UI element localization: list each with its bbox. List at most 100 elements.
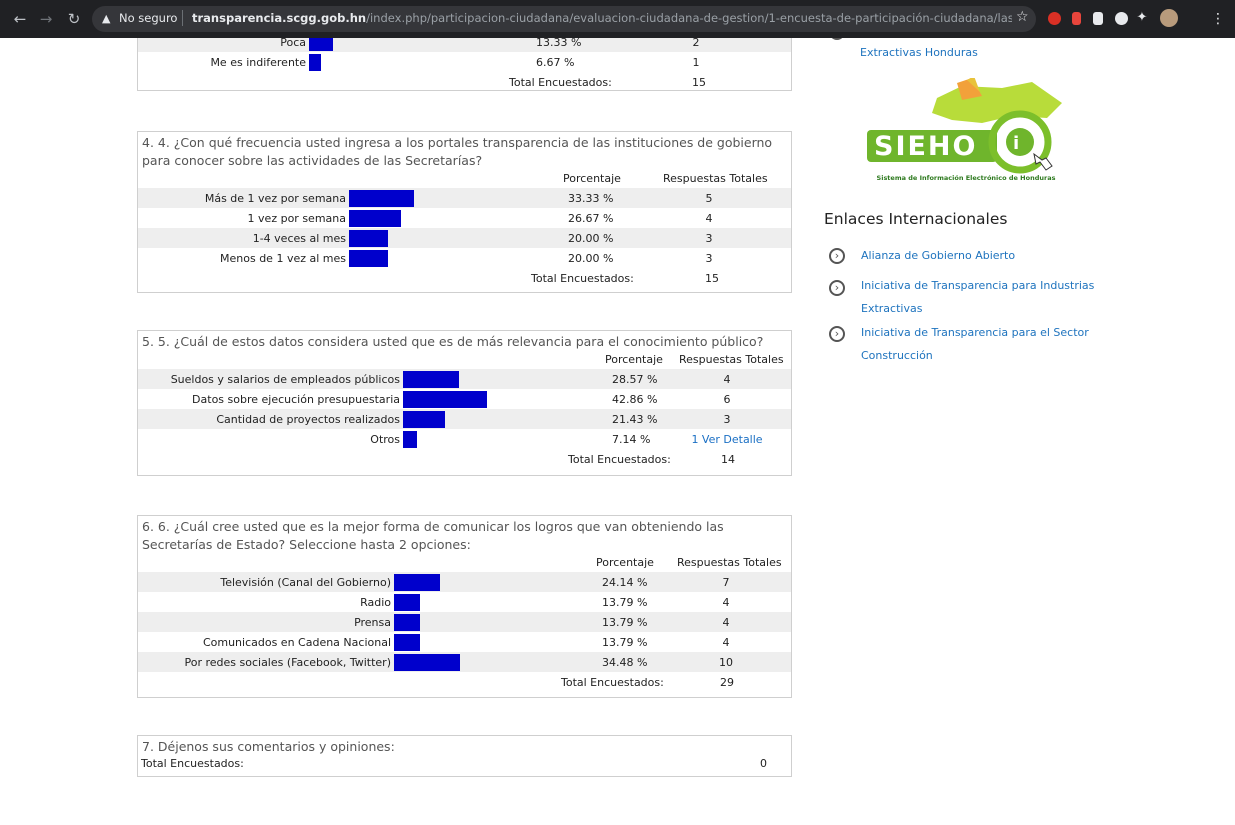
q5-answer-row: Otros 7.14 % 1 Ver Detalle <box>138 429 791 449</box>
q6-answer-bar <box>394 614 420 631</box>
q6-answer-percentage: 34.48 % <box>602 656 648 669</box>
q6-title: 6. 6. ¿Cuál cree usted que es la mejor f… <box>142 519 724 552</box>
q6-answer-bar <box>394 594 420 611</box>
puzzle-extensions-icon[interactable]: ✦ <box>1132 8 1152 28</box>
q5-total-row: Total Encuestados: 14 <box>138 449 791 469</box>
sidebar-link-extractivas-honduras[interactable]: Extractivas Honduras <box>860 46 978 59</box>
q3-total-value: 15 <box>692 76 706 89</box>
q6-answer-bar <box>394 654 460 671</box>
q5-answer-label: Cantidad de proyectos realizados <box>216 413 400 426</box>
q4-total-label: Total Encuestados: <box>531 272 634 285</box>
q6-answer-row: Prensa 13.79 % 4 <box>138 612 791 632</box>
q4-col-responses: Respuestas Totales <box>663 172 768 185</box>
chevron-right-circle-icon[interactable]: › <box>829 280 845 296</box>
sieho-logo-text: SIEHO <box>874 131 978 162</box>
q5-header: Porcentaje Respuestas Totales <box>138 351 791 369</box>
link-transparencia-construccion-line2[interactable]: Construcción <box>861 349 933 362</box>
q4-answer-bar <box>349 250 388 267</box>
q6-answer-bar <box>394 574 440 591</box>
q5-answer-label: Otros <box>370 433 400 446</box>
svg-text:i: i <box>1013 133 1019 154</box>
q5-answer-count: 6 <box>723 393 731 406</box>
q4-answer-label-wrap: Más de 1 vez por semana <box>138 188 346 208</box>
q6-total-row: Total Encuestados: 29 <box>138 672 791 692</box>
q4-header: Porcentaje Respuestas Totales <box>138 170 791 188</box>
q5-answer-label: Sueldos y salarios de empleados públicos <box>170 373 400 386</box>
document-extension-icon[interactable] <box>1093 12 1103 25</box>
q6-answer-percentage: 13.79 % <box>602 636 648 649</box>
menu-kebab-icon[interactable]: ⋮ <box>1208 9 1228 29</box>
reload-icon[interactable]: ↻ <box>64 9 84 29</box>
q5-col-responses: Respuestas Totales <box>679 353 784 366</box>
question-4-box: 4. 4. ¿Con qué frecuencia usted ingresa … <box>137 131 792 293</box>
q5-answer-label-wrap: Otros <box>138 429 400 449</box>
q3-answer-row: Me es indiferente 6.67 % 1 <box>138 52 791 72</box>
chevron-right-circle-icon[interactable]: › <box>829 248 845 264</box>
q6-total-value: 29 <box>720 676 734 689</box>
q5-answer-percentage: 42.86 % <box>612 393 658 406</box>
q3-answer-count: 1 <box>692 56 700 69</box>
q4-answer-label-wrap: 1 vez por semana <box>138 208 346 228</box>
q4-answer-percentage: 26.67 % <box>568 212 614 225</box>
link-alianza-gobierno-abierto[interactable]: Alianza de Gobierno Abierto <box>861 249 1015 262</box>
q4-total-row: Total Encuestados: 15 <box>138 268 791 288</box>
forward-arrow-icon[interactable]: → <box>36 9 56 29</box>
q4-answer-count: 4 <box>705 212 713 225</box>
bookmark-star-icon[interactable]: ☆ <box>1016 9 1029 25</box>
profile-avatar-icon[interactable] <box>1160 9 1178 27</box>
q5-rows: Sueldos y salarios de empleados públicos… <box>138 369 791 449</box>
question-5-box: 5. 5. ¿Cuál de estos datos considera ust… <box>137 330 792 476</box>
q5-answer-row: Sueldos y salarios de empleados públicos… <box>138 369 791 389</box>
url-host: transparencia.scgg.gob.hn <box>192 11 367 25</box>
q6-answer-label-wrap: Comunicados en Cadena Nacional <box>138 632 391 652</box>
q6-header: Porcentaje Respuestas Totales <box>138 554 791 572</box>
q6-answer-bar <box>394 634 420 651</box>
q6-answer-percentage: 13.79 % <box>602 596 648 609</box>
q4-rows: Más de 1 vez por semana 33.33 % 5 1 vez por… <box>138 188 791 268</box>
q5-answer-label-wrap: Sueldos y salarios de empleados públicos <box>138 369 400 389</box>
q4-answer-percentage: 20.00 % <box>568 252 614 265</box>
back-arrow-icon[interactable]: ← <box>10 9 30 29</box>
link-transparencia-construccion-line1[interactable]: Iniciativa de Transparencia para el Sect… <box>861 326 1089 339</box>
q3-answer-bar <box>309 54 321 71</box>
q5-total-value: 14 <box>721 453 735 466</box>
q6-answer-row: Televisión (Canal del Gobierno) 24.14 % 7 <box>138 572 791 592</box>
q5-answer-bar <box>403 391 487 408</box>
q5-answer-label-wrap: Cantidad de proyectos realizados <box>138 409 400 429</box>
q5-total-label: Total Encuestados: <box>568 453 671 466</box>
bookmark-extension-icon[interactable] <box>1072 12 1081 25</box>
q6-answer-label-wrap: Por redes sociales (Facebook, Twitter) <box>138 652 391 672</box>
q6-answer-percentage: 13.79 % <box>602 616 648 629</box>
q6-answer-row: Por redes sociales (Facebook, Twitter) 34… <box>138 652 791 672</box>
q6-answer-label: Televisión (Canal del Gobierno) <box>220 576 391 589</box>
sieho-logo[interactable]: i SIEHO Sistema de Información Electróni… <box>862 76 1067 188</box>
link-transparencia-industrias-line2[interactable]: Extractivas <box>861 302 922 315</box>
warning-icon[interactable]: ▲ <box>102 12 110 25</box>
q5-col-percentage: Porcentaje <box>605 353 663 366</box>
url-text[interactable]: transparencia.scgg.gob.hn/index.php/part… <box>192 11 1012 25</box>
q6-col-responses: Respuestas Totales <box>677 556 782 569</box>
q3-answer-label-wrap: Me es indiferente <box>138 52 306 72</box>
q5-answer-bar <box>403 371 459 388</box>
q7-title: 7. Déjenos sus comentarios y opiniones: <box>142 739 395 754</box>
q5-answer-bar <box>403 411 445 428</box>
url-path: /index.php/participacion-ciudadana/evalu… <box>366 11 1012 25</box>
chevron-right-circle-icon[interactable]: › <box>829 326 845 342</box>
q4-total-value: 15 <box>705 272 719 285</box>
q7-total-row: Total Encuestados: 0 <box>138 756 791 772</box>
q6-answer-percentage: 24.14 % <box>602 576 648 589</box>
q4-answer-label: Menos de 1 vez al mes <box>220 252 346 265</box>
browser-toolbar: ← → ↻ ▲ No seguro transparencia.scgg.gob… <box>0 0 1235 38</box>
question-7-box: 7. Déjenos sus comentarios y opiniones: … <box>137 735 792 777</box>
adblock-extension-icon[interactable] <box>1048 12 1061 25</box>
q5-ver-detalle-link[interactable]: 1 Ver Detalle <box>687 433 767 446</box>
q5-answer-count: 3 <box>723 413 731 426</box>
q5-answer-bar <box>403 431 417 448</box>
q6-answer-count: 10 <box>719 656 733 669</box>
q5-answer-label-wrap: Datos sobre ejecución presupuestaria <box>138 389 400 409</box>
link-transparencia-industrias-line1[interactable]: Iniciativa de Transparencia para Industr… <box>861 279 1094 292</box>
record-extension-icon[interactable] <box>1115 12 1128 25</box>
q4-answer-bar <box>349 210 401 227</box>
security-label[interactable]: No seguro <box>119 11 177 25</box>
q3-total-label: Total Encuestados: <box>509 76 612 89</box>
